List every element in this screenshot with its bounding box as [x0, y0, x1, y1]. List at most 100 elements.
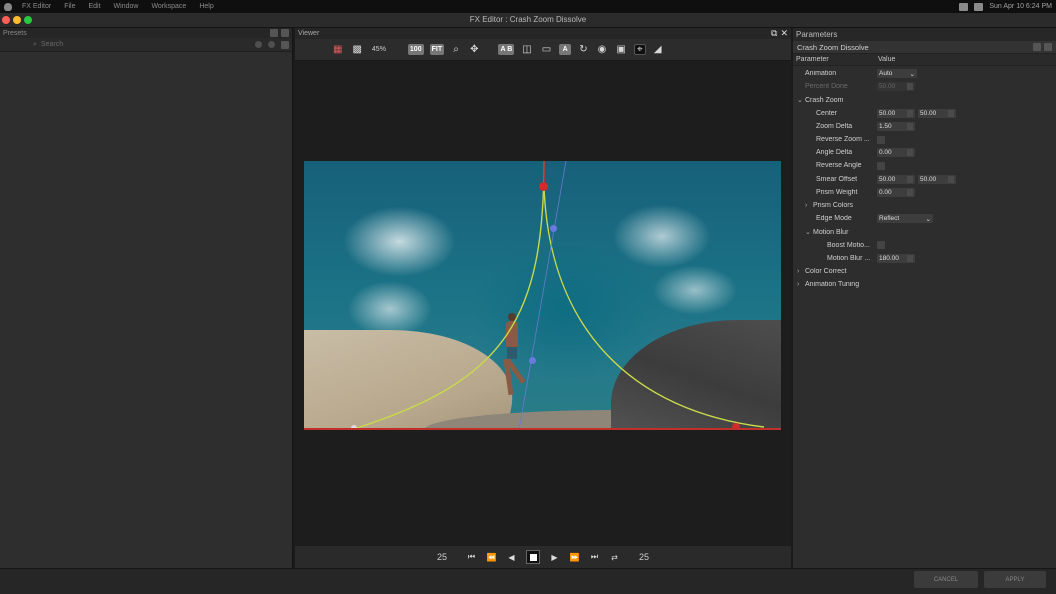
param-label[interactable]: › Color Correct [793, 268, 877, 275]
number-field[interactable]: 50.00 [877, 82, 915, 92]
end-frame-field[interactable]: 25 [629, 552, 659, 562]
number-field[interactable]: 50.00 [877, 174, 915, 184]
number-field[interactable]: 50.00 [877, 108, 915, 118]
magnifier-icon[interactable]: ⌕ [450, 44, 462, 55]
apple-menu-icon[interactable] [4, 2, 12, 11]
loop-toggle-icon[interactable]: ⇄ [609, 553, 620, 562]
stop-button[interactable] [526, 550, 540, 564]
save-preset-icon[interactable] [1033, 43, 1041, 51]
snapshot-icon[interactable]: ◉ [596, 44, 609, 55]
chevron-down-icon[interactable]: ⌄ [797, 96, 805, 104]
param-label-text: Animation [805, 70, 837, 78]
float-panel-icon[interactable] [270, 29, 278, 37]
param-label[interactable]: ⌄ Crash Zoom [793, 96, 877, 104]
chevron-right-icon[interactable]: › [805, 202, 813, 209]
scopes-icon[interactable]: ◢ [652, 44, 664, 55]
close-panel-icon[interactable] [281, 29, 289, 37]
favorites-icon[interactable] [268, 40, 275, 48]
menu-bar: FX Editor File Edit Window Workspace Hel… [0, 0, 1056, 13]
play-icon[interactable]: ▶ [549, 553, 560, 562]
param-label[interactable]: › Animation Tuning [793, 281, 877, 288]
param-label[interactable]: › Prism Colors [793, 202, 877, 209]
number-field[interactable]: 180.00 [877, 253, 915, 263]
param-value: 0.00 [877, 187, 915, 197]
chevron-down-icon[interactable]: ⌄ [805, 228, 813, 236]
chevron-down-icon: ⌄ [909, 70, 915, 78]
param-label-text: Reverse Angle [816, 162, 862, 170]
viewer-title: Viewer [298, 30, 320, 37]
param-row: Motion Blur ... 180.00 [793, 252, 1056, 265]
cancel-button[interactable]: CANCEL [914, 571, 978, 588]
parameters-title: Parameters [796, 30, 838, 39]
center-point-handle[interactable] [539, 182, 548, 191]
param-row: Smear Offset 50.00 50.00 [793, 173, 1056, 186]
zoom-100-button[interactable]: 100 [407, 44, 424, 55]
number-field[interactable]: 0.00 [877, 187, 915, 197]
status-area: Sun Apr 10 6:24 PM [959, 2, 1052, 11]
go-to-start-icon[interactable]: ⏮ [466, 552, 477, 562]
step-back-icon[interactable]: ⏪ [486, 553, 497, 562]
split-view-icon[interactable]: ◫ [520, 44, 533, 55]
stop-icon [529, 553, 537, 561]
apply-button[interactable]: APPLY [984, 571, 1046, 588]
pan-icon[interactable]: ✥ [468, 44, 480, 55]
param-label-text: Center [816, 109, 838, 117]
menu-workspace[interactable]: Workspace [151, 3, 186, 10]
smear-offset-handle[interactable] [550, 225, 557, 232]
viewer-header: Viewer ⧉ ✕ [295, 28, 791, 39]
overlay-a-button[interactable]: A [559, 44, 572, 55]
checkbox[interactable] [877, 161, 885, 170]
loop-icon[interactable]: ↻ [577, 44, 589, 55]
download-icon[interactable] [959, 2, 969, 11]
clock[interactable]: Sun Apr 10 6:24 PM [989, 3, 1052, 10]
close-viewer-icon[interactable]: ✕ [780, 28, 788, 39]
param-row: Angle Delta 0.00 [793, 146, 1056, 159]
menu-file[interactable]: File [64, 3, 75, 10]
zoom-fit-button[interactable]: FIT [429, 44, 445, 55]
step-forward-icon[interactable]: ⏩ [569, 553, 580, 562]
zoom-level-field[interactable]: 45% [370, 44, 402, 55]
param-label: Prism Weight [793, 189, 877, 196]
checkerboard-icon[interactable]: ▩ [350, 44, 363, 55]
current-frame-field[interactable]: 25 [427, 552, 457, 562]
param-label-text: Animation Tuning [805, 281, 860, 289]
param-label[interactable]: ⌄ Motion Blur [793, 228, 877, 236]
checkbox[interactable] [877, 135, 885, 144]
param-label: Motion Blur ... [793, 255, 877, 262]
param-value: Reflect ⌄ [877, 214, 933, 224]
filter-icon[interactable] [255, 40, 262, 48]
battery-icon[interactable] [974, 2, 984, 11]
crosshair-icon[interactable]: ⌖ [633, 44, 646, 55]
ab-compare-button[interactable]: A B [498, 44, 515, 55]
color-channels-icon[interactable]: ▦ [331, 44, 344, 55]
float-viewer-icon[interactable]: ⧉ [771, 28, 777, 39]
param-row: Percent Done 50.00 [793, 80, 1056, 93]
chevron-right-icon[interactable]: › [797, 268, 805, 275]
menu-edit[interactable]: Edit [88, 3, 100, 10]
param-value: 180.00 [877, 253, 915, 263]
param-label-text: Motion Blur ... [827, 254, 871, 262]
video-frame[interactable] [304, 161, 781, 430]
param-row: Prism Weight 0.00 [793, 186, 1056, 199]
number-field[interactable]: 0.00 [877, 148, 915, 158]
chevron-right-icon[interactable]: › [797, 281, 805, 288]
number-field[interactable]: 50.00 [918, 108, 956, 118]
menu-help[interactable]: Help [199, 3, 213, 10]
number-field[interactable]: 50.00 [918, 174, 956, 184]
go-to-end-icon[interactable]: ⏭ [589, 552, 600, 562]
play-reverse-icon[interactable]: ◀ [506, 553, 517, 562]
viewer-canvas[interactable] [295, 62, 791, 580]
wipe-icon[interactable]: ▭ [540, 44, 553, 55]
menu-window[interactable]: Window [114, 3, 139, 10]
menu-app[interactable]: FX Editor [22, 3, 51, 10]
link-icon[interactable] [1044, 43, 1052, 51]
search-input[interactable]: ⌕ Search [33, 41, 63, 49]
dropdown-select[interactable]: Auto ⌄ [877, 69, 917, 79]
param-label: Center [793, 110, 877, 117]
number-field[interactable]: 1.50 [877, 121, 915, 131]
list-view-icon[interactable] [281, 40, 289, 49]
dropdown-select[interactable]: Reflect ⌄ [877, 214, 933, 224]
compare-icon[interactable]: ▣ [614, 44, 627, 55]
checkbox[interactable] [877, 241, 885, 250]
angle-handle[interactable] [529, 357, 536, 364]
